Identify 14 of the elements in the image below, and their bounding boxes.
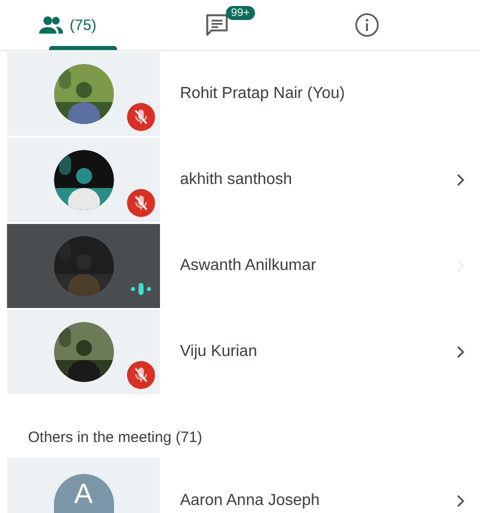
unread-badge: 99+ xyxy=(226,6,255,20)
chat-icon xyxy=(204,12,230,38)
tab[interactable]: (75) xyxy=(7,0,127,50)
participant-name: Aswanth Anilkumar xyxy=(180,257,318,275)
participant-name: Viju Kurian xyxy=(180,343,258,361)
tab-label: (75) xyxy=(70,16,96,34)
participant-name: Aaron Anna Joseph xyxy=(180,492,321,510)
participant-name: Rohit Pratap Nair (You) xyxy=(180,85,346,103)
info-icon xyxy=(354,12,380,38)
tab[interactable]: 99+ xyxy=(157,0,277,50)
avatar: A xyxy=(54,474,114,513)
audio-level-icon xyxy=(130,282,152,296)
section-heading: Others in the meeting (71) xyxy=(27,428,204,448)
participant-name: akhith santhosh xyxy=(180,171,294,189)
